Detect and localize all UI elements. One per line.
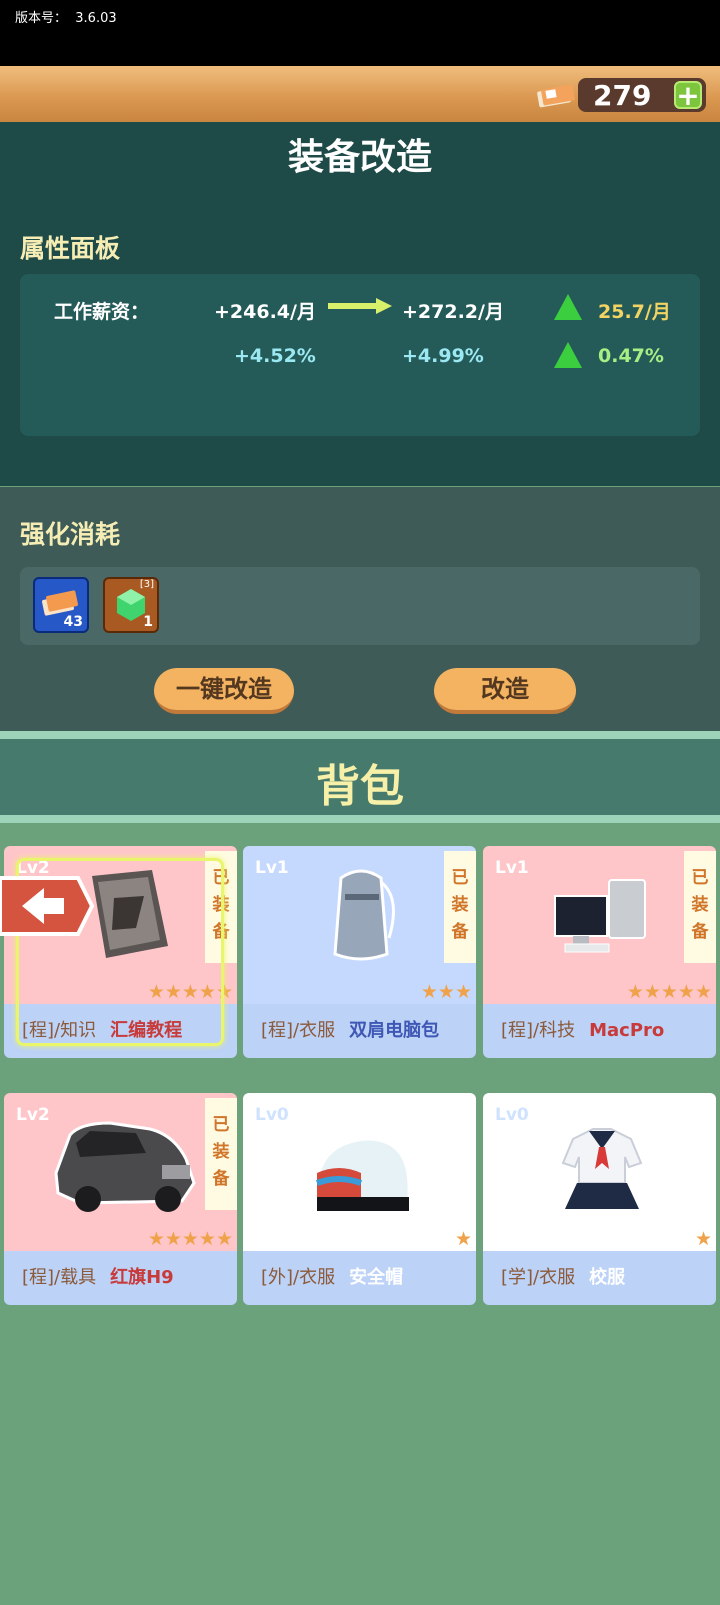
item-name: 安全帽	[349, 1267, 404, 1288]
computer-icon	[554, 879, 646, 953]
salary-label: 工作薪资：	[54, 301, 150, 323]
item-label: [程]/科技 MacPro	[501, 1016, 664, 1042]
percent-delta: 0.47%	[598, 345, 664, 367]
divider	[0, 815, 720, 823]
add-currency-button[interactable]: +	[674, 81, 702, 110]
item-label: [学]/衣服 校服	[501, 1263, 625, 1289]
cash-icon	[537, 84, 575, 108]
attributes-title: 属性面板	[20, 234, 121, 263]
item-count: 43	[63, 614, 83, 630]
bag-title: 背包	[316, 761, 404, 812]
bag-item-card[interactable]: Lv1 已装备 ★★★★★ [程]/科技 MacPro	[483, 846, 716, 1058]
upgrade-button[interactable]: 改造	[434, 668, 576, 714]
item-name: MacPro	[589, 1020, 665, 1041]
upgrade-arrow-icon	[328, 298, 392, 314]
coin-amount: 279	[593, 79, 652, 112]
item-name: 校服	[589, 1267, 626, 1288]
item-category: [外]/衣服	[261, 1267, 336, 1288]
item-level: Lv0	[255, 1105, 289, 1125]
back-arrow-icon[interactable]	[0, 874, 94, 938]
item-name: 双肩电脑包	[349, 1020, 440, 1041]
item-category: [程]/载具	[22, 1267, 97, 1288]
page-title: 装备改造	[287, 137, 432, 178]
car-icon	[54, 1121, 196, 1212]
item-category: [学]/衣服	[501, 1267, 576, 1288]
salary-current: +246.4/月	[214, 301, 316, 323]
currency-bar: 279 +	[0, 66, 720, 122]
item-category: [程]/衣服	[261, 1020, 336, 1041]
salary-next: +272.2/月	[402, 301, 504, 323]
increase-icon	[554, 342, 582, 368]
percent-next: +4.99%	[402, 345, 484, 367]
uniform-icon	[561, 1128, 643, 1209]
item-level: Lv1	[255, 858, 289, 878]
item-badge: [3]	[139, 579, 154, 590]
equipped-badge: 已装备	[444, 851, 476, 963]
item-label: [程]/衣服 双肩电脑包	[261, 1016, 439, 1042]
bag-item-card[interactable]: Lv0 ★ [学]/衣服 校服	[483, 1093, 716, 1305]
item-count: 1	[143, 614, 153, 630]
item-level: Lv2	[16, 1105, 50, 1125]
item-label: [外]/衣服 安全帽	[261, 1263, 403, 1289]
equipped-badge: 已装备	[205, 1098, 237, 1210]
equipped-badge: 已装备	[684, 851, 716, 963]
coin-counter: 279 +	[578, 78, 706, 112]
star-rating: ★★★★★	[147, 1228, 233, 1250]
divider	[0, 731, 720, 739]
item-name: 红旗H9	[110, 1267, 174, 1288]
cost-title: 强化消耗	[20, 520, 121, 549]
item-level: Lv0	[495, 1105, 529, 1125]
helmet-icon	[315, 1137, 411, 1211]
backpack-icon	[333, 869, 395, 961]
salary-delta: 25.7/月	[598, 301, 671, 323]
star-rating: ★	[694, 1228, 712, 1250]
star-rating: ★★★	[420, 981, 472, 1003]
percent-current: +4.52%	[234, 345, 316, 367]
bag-item-card[interactable]: Lv0 ★ [外]/衣服 安全帽	[243, 1093, 476, 1305]
cash-ticket-icon[interactable]: 43	[33, 577, 89, 633]
item-label: [程]/载具 红旗H9	[22, 1263, 174, 1289]
green-gem-icon[interactable]: [3] 1	[103, 577, 159, 633]
item-level: Lv1	[495, 858, 529, 878]
one-click-upgrade-button[interactable]: 一键改造	[154, 668, 294, 714]
bag-item-card[interactable]: Lv2 已装备 ★★★★★ [程]/载具 红旗H9	[4, 1093, 237, 1305]
item-category: [程]/科技	[501, 1020, 576, 1041]
star-rating: ★★★★★	[626, 981, 712, 1003]
bag-item-card[interactable]: Lv1 已装备 ★★★ [程]/衣服 双肩电脑包	[243, 846, 476, 1058]
increase-icon	[554, 294, 582, 320]
version-text: 版本号： 3.6.03	[15, 11, 117, 26]
star-rating: ★	[454, 1228, 472, 1250]
status-bar: 版本号： 3.6.03	[0, 0, 720, 66]
